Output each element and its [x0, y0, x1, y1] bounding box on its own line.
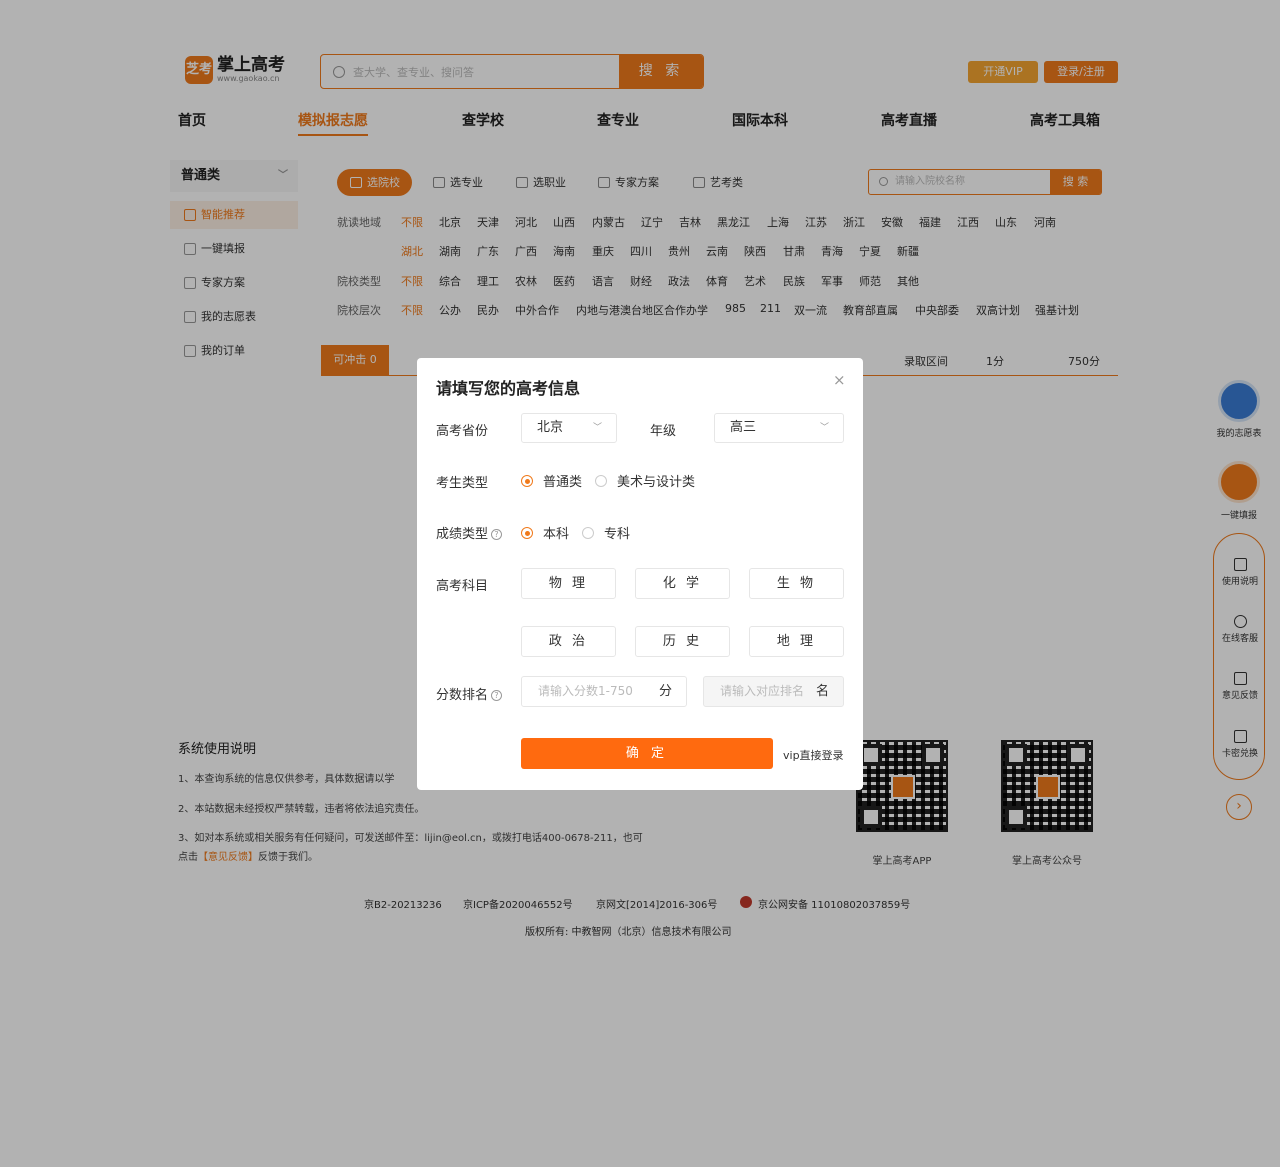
vip-login-link[interactable]: vip直接登录: [783, 747, 844, 763]
help-icon[interactable]: ?: [491, 690, 503, 701]
radio-normal[interactable]: 普通类: [521, 471, 582, 490]
radio-undergraduate[interactable]: 本科: [521, 523, 569, 542]
subject-politics[interactable]: 政 治: [521, 626, 616, 657]
exam-info-dialog: 请填写您的高考信息 × 高考省份 北京 ﹀ 年级 高三 ﹀ 考生类型 普通类 美术与…: [417, 358, 863, 790]
subject-geography[interactable]: 地 理: [749, 626, 844, 657]
grade-select[interactable]: 高三 ﹀: [714, 413, 844, 443]
radio-junior-college[interactable]: 专科: [582, 523, 630, 542]
help-icon[interactable]: ?: [491, 529, 503, 540]
subject-physics[interactable]: 物 理: [521, 568, 616, 599]
score-type-label: 成绩类型?: [436, 523, 503, 542]
subject-biology[interactable]: 生 物: [749, 568, 844, 599]
subject-history[interactable]: 历 史: [635, 626, 730, 657]
student-type-label: 考生类型: [436, 476, 489, 491]
close-icon[interactable]: ×: [833, 371, 846, 389]
province-label: 高考省份: [436, 424, 489, 439]
score-input[interactable]: 请输入分数1-750 分: [521, 676, 687, 707]
subject-label: 高考科目: [436, 579, 489, 594]
province-select[interactable]: 北京 ﹀: [521, 413, 617, 443]
rank-label: 分数排名?: [436, 684, 503, 703]
chevron-down-icon: ﹀: [819, 423, 829, 433]
chevron-down-icon: ﹀: [592, 423, 602, 433]
grade-label: 年级: [650, 424, 677, 439]
dialog-title: 请填写您的高考信息: [436, 379, 581, 398]
confirm-button[interactable]: 确 定: [521, 738, 773, 769]
radio-art[interactable]: 美术与设计类: [595, 471, 695, 490]
subject-chemistry[interactable]: 化 学: [635, 568, 730, 599]
rank-input[interactable]: 请输入对应排名名: [703, 676, 844, 707]
